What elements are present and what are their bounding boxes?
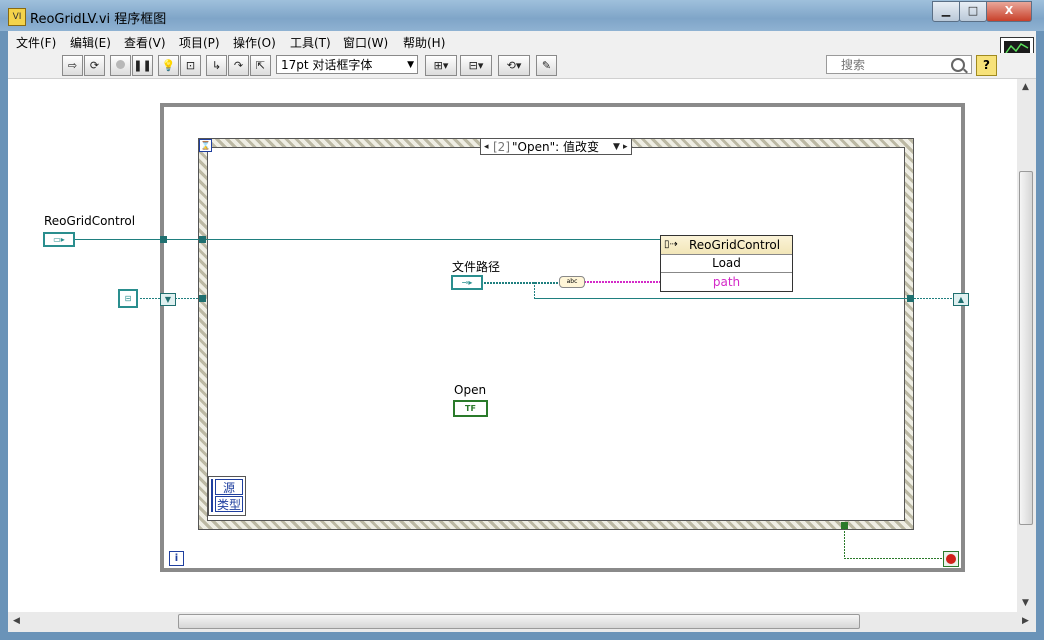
search-box[interactable] xyxy=(826,55,972,74)
event-data-source: 源 xyxy=(215,479,243,495)
window-title: ReoGridLV.vi 程序框图 xyxy=(30,12,167,27)
string-wire xyxy=(584,281,660,283)
invoke-node-class: ReoGridControl xyxy=(689,238,781,252)
step-over-icon[interactable]: ↷ xyxy=(228,55,249,76)
menu-help[interactable]: 帮助(H) xyxy=(403,34,445,51)
file-path-label: 文件路径 xyxy=(452,260,501,274)
menu-window[interactable]: 窗口(W) xyxy=(343,34,388,51)
event-case-selector[interactable]: ◂ [2] "Open": 值改变 ▼ ▸ xyxy=(480,138,632,155)
stop-wire-horizontal xyxy=(844,558,944,559)
iteration-terminal[interactable]: i xyxy=(169,551,184,566)
close-button[interactable]: X xyxy=(986,1,1032,22)
error-cluster-constant[interactable]: ⊟ xyxy=(118,289,138,308)
open-boolean-terminal[interactable]: TF xyxy=(453,400,488,417)
clean-up-diagram-icon[interactable]: ✎ xyxy=(536,55,557,76)
step-into-icon[interactable]: ↳ xyxy=(206,55,227,76)
event-case-index: [2] xyxy=(493,140,510,154)
reorder-icon[interactable]: ⟲▾ xyxy=(498,55,530,76)
run-button[interactable]: ⇨ xyxy=(62,55,83,76)
menu-bar: 文件(F) 编辑(E) 查看(V) 项目(P) 操作(O) 工具(T) 窗口(W… xyxy=(8,31,1036,53)
font-select[interactable]: 17pt 对话框字体 ▼ xyxy=(276,55,418,74)
search-input[interactable] xyxy=(841,57,949,72)
font-select-value: 17pt 对话框字体 xyxy=(281,58,373,72)
error-wire-in xyxy=(140,298,161,299)
menu-file[interactable]: 文件(F) xyxy=(16,34,56,51)
horizontal-scrollbar[interactable]: ◀ ▶ xyxy=(8,612,1036,632)
menu-edit[interactable]: 编辑(E) xyxy=(70,34,111,51)
reference-in-icon: ▯⇢ xyxy=(664,239,678,250)
path-wire xyxy=(484,282,560,284)
align-objects-icon[interactable]: ⊞▾ xyxy=(425,55,457,76)
invoke-node-method[interactable]: Load xyxy=(661,254,792,273)
context-help-button[interactable]: ? xyxy=(976,55,997,76)
reogrid-control-terminal[interactable]: ▭▸ xyxy=(43,232,75,247)
minimize-button[interactable]: ▁ xyxy=(932,1,960,22)
menu-project[interactable]: 项目(P) xyxy=(179,34,220,51)
shift-register-right-icon[interactable]: ▲ xyxy=(953,293,969,306)
distribute-objects-icon[interactable]: ⊟▾ xyxy=(460,55,492,76)
loop-tunnel-reference[interactable] xyxy=(160,236,167,243)
invoke-node-header: ▯⇢ ReoGridControl xyxy=(661,236,792,255)
loop-condition-terminal[interactable] xyxy=(943,551,959,567)
retain-wire-values-icon[interactable]: ⊡ xyxy=(180,55,201,76)
pause-button[interactable]: ❚❚ xyxy=(132,55,153,76)
scroll-down-icon[interactable]: ▼ xyxy=(1022,598,1029,608)
open-label: Open xyxy=(454,383,487,397)
scroll-left-icon[interactable]: ◀ xyxy=(13,616,20,626)
event-tunnel-error-in[interactable] xyxy=(199,295,206,302)
event-data-type: 类型 xyxy=(215,496,243,512)
error-wire-through xyxy=(534,298,910,299)
error-wire-loop xyxy=(175,298,201,299)
shift-register-left-icon[interactable]: ▼ xyxy=(160,293,176,306)
event-data-bar xyxy=(211,479,213,512)
run-continuously-button[interactable]: ⟳ xyxy=(84,55,105,76)
event-tunnel-reference[interactable] xyxy=(199,236,206,243)
timeout-terminal-icon[interactable]: ⌛ xyxy=(199,139,212,152)
abort-button[interactable] xyxy=(110,55,131,76)
window-bottom-border xyxy=(0,632,1044,640)
chevron-right-icon[interactable]: ▸ xyxy=(623,139,628,156)
vertical-scroll-thumb[interactable] xyxy=(1019,171,1033,525)
scroll-right-icon[interactable]: ▶ xyxy=(1022,616,1029,626)
labview-app-icon: VI xyxy=(8,8,26,26)
invoke-node[interactable]: ▯⇢ ReoGridControl Load path xyxy=(660,235,793,292)
menu-operate[interactable]: 操作(O) xyxy=(233,34,276,51)
maximize-button[interactable]: □ xyxy=(959,1,987,22)
horizontal-scroll-thumb[interactable] xyxy=(178,614,860,629)
reogrid-control-label: ReoGridControl xyxy=(44,214,136,228)
toolbar: ⇨ ⟳ ❚❚ 💡 ⊡ ↳ ↷ ⇱ 17pt 对话框字体 ▼ ⊞▾ ⊟▾ ⟲▾ ✎… xyxy=(8,53,1036,79)
error-wire-out xyxy=(914,298,954,299)
event-case-name: "Open": 值改变 xyxy=(512,140,599,154)
chevron-down-icon: ▼ xyxy=(407,60,414,70)
path-to-string-function[interactable]: abc xyxy=(559,276,585,288)
invoke-node-param[interactable]: path xyxy=(661,273,792,291)
path-wire-branch xyxy=(534,282,535,299)
chevron-left-icon[interactable]: ◂ xyxy=(484,139,489,156)
vertical-scrollbar[interactable]: ▲ ▼ xyxy=(1017,79,1036,612)
stop-wire-vertical xyxy=(844,528,845,558)
chevron-down-icon[interactable]: ▼ xyxy=(613,139,620,156)
menu-tools[interactable]: 工具(T) xyxy=(290,34,331,51)
step-out-icon[interactable]: ⇱ xyxy=(250,55,271,76)
stop-icon xyxy=(946,554,956,564)
search-icon[interactable] xyxy=(951,58,965,72)
event-data-node[interactable]: 源 类型 xyxy=(208,476,246,516)
scroll-up-icon[interactable]: ▲ xyxy=(1022,82,1029,92)
file-path-terminal[interactable]: ⊸▸ xyxy=(451,275,483,290)
event-case-area[interactable] xyxy=(207,147,905,521)
highlight-execution-icon[interactable]: 💡 xyxy=(158,55,179,76)
event-tunnel-stop[interactable] xyxy=(841,522,848,529)
menu-view[interactable]: 查看(V) xyxy=(124,34,166,51)
event-tunnel-error-out[interactable] xyxy=(907,295,914,302)
